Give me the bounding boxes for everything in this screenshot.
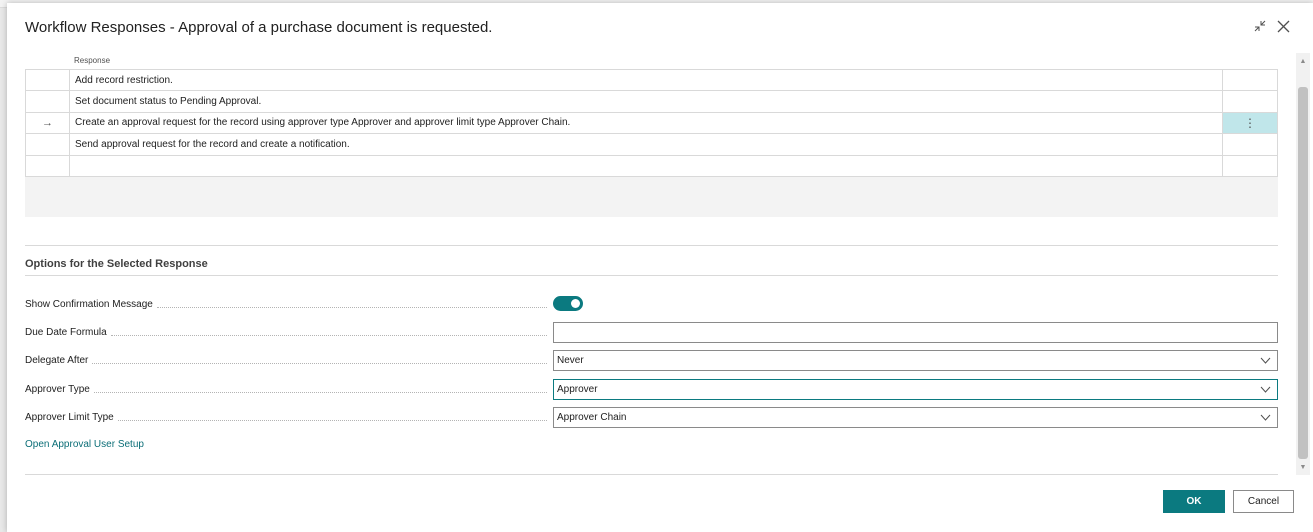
- table-row[interactable]: Add record restriction.: [26, 70, 1277, 92]
- toggle-knob: [571, 299, 580, 308]
- select-value: Approver: [557, 384, 598, 395]
- row-menu-cell[interactable]: [1223, 156, 1277, 176]
- delegate-after-label: Delegate After: [25, 352, 547, 368]
- table-row-selected[interactable]: → Create an approval request for the rec…: [26, 112, 1277, 135]
- field-label-text: Approver Limit Type: [25, 411, 114, 423]
- label-dots: [156, 300, 547, 308]
- workflow-responses-dialog: Workflow Responses - Approval of a purch…: [7, 3, 1313, 532]
- more-options-icon[interactable]: ⋮: [1223, 112, 1277, 134]
- label-dots: [92, 356, 547, 364]
- scroll-thumb[interactable]: [1298, 87, 1308, 459]
- chevron-down-icon: [1260, 414, 1271, 421]
- response-cell[interactable]: Set document status to Pending Approval.: [70, 91, 1223, 112]
- close-icon: [1277, 20, 1289, 32]
- scrollbar[interactable]: ▲ ▼: [1296, 53, 1310, 475]
- scroll-up-icon[interactable]: ▲: [1296, 55, 1310, 67]
- close-button[interactable]: [1272, 15, 1294, 37]
- chevron-down-icon: [1260, 386, 1271, 393]
- select-value: Never: [557, 355, 584, 366]
- section-divider-top: [25, 245, 1278, 246]
- collapse-icon: [1254, 20, 1266, 32]
- section-divider-bottom: [25, 275, 1278, 276]
- approver-limit-select[interactable]: Approver Chain: [553, 407, 1278, 428]
- row-menu-cell[interactable]: [1223, 70, 1277, 90]
- field-label-text: Delegate After: [25, 354, 89, 366]
- approver-limit-label: Approver Limit Type: [25, 409, 547, 425]
- row-arrow-icon: →: [26, 112, 70, 134]
- response-cell[interactable]: Send approval request for the record and…: [70, 134, 1223, 155]
- due-date-label: Due Date Formula: [25, 324, 547, 340]
- open-approval-user-setup-link[interactable]: Open Approval User Setup: [25, 439, 144, 450]
- collapse-button[interactable]: [1249, 15, 1271, 37]
- table-row[interactable]: Send approval request for the record and…: [26, 134, 1277, 156]
- row-indicator: [26, 134, 70, 155]
- responses-grid: Add record restriction. Set document sta…: [25, 69, 1278, 177]
- cancel-button[interactable]: Cancel: [1233, 490, 1294, 513]
- row-indicator: [26, 91, 70, 112]
- chevron-down-icon: [1260, 357, 1271, 364]
- response-cell[interactable]: Create an approval request for the recor…: [70, 112, 1223, 134]
- row-indicator: [26, 70, 70, 91]
- approver-type-select[interactable]: Approver: [553, 379, 1278, 400]
- response-cell[interactable]: [70, 155, 1223, 176]
- dialog-title: Workflow Responses - Approval of a purch…: [25, 19, 493, 36]
- response-cell[interactable]: Add record restriction.: [70, 70, 1223, 91]
- footer-divider: [25, 474, 1278, 475]
- section-title[interactable]: Options for the Selected Response: [25, 258, 208, 270]
- ok-button[interactable]: OK: [1163, 490, 1225, 513]
- table-row-empty[interactable]: [26, 155, 1277, 177]
- row-menu-cell[interactable]: [1223, 91, 1277, 111]
- label-dots: [117, 413, 547, 421]
- delegate-after-select[interactable]: Never: [553, 350, 1278, 371]
- label-dots: [93, 385, 547, 393]
- grid-empty-area: [25, 177, 1278, 217]
- table-row[interactable]: Set document status to Pending Approval.: [26, 91, 1277, 113]
- scroll-down-icon[interactable]: ▼: [1296, 461, 1310, 473]
- due-date-input[interactable]: [553, 322, 1278, 343]
- show-confirmation-label: Show Confirmation Message: [25, 296, 547, 312]
- field-label-text: Show Confirmation Message: [25, 298, 153, 310]
- approver-type-label: Approver Type: [25, 381, 547, 397]
- row-menu-cell[interactable]: [1223, 134, 1277, 154]
- label-dots: [110, 328, 547, 336]
- field-label-text: Approver Type: [25, 383, 90, 395]
- select-value: Approver Chain: [557, 412, 627, 423]
- column-header-response[interactable]: Response: [74, 56, 110, 65]
- row-indicator: [26, 155, 70, 176]
- show-confirmation-toggle[interactable]: [553, 296, 583, 311]
- field-label-text: Due Date Formula: [25, 326, 107, 338]
